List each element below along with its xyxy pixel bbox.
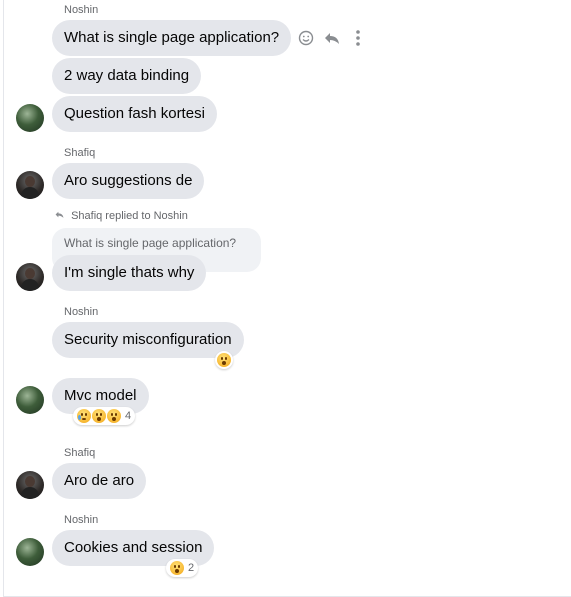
sender-name: Shafiq [64,147,96,159]
sender-name: Noshin [64,4,99,16]
message-bubble[interactable]: Aro suggestions de [52,163,205,199]
avatar-noshin[interactable] [16,104,44,132]
sender-name: Shafiq [64,447,96,459]
reply-icon[interactable] [323,29,341,47]
smiley-icon[interactable] [297,29,315,47]
message-bubble[interactable]: I'm single thats why [52,255,207,291]
message-actions [297,28,367,48]
message-bubble[interactable]: What is single page application? [52,20,292,56]
reply-label: Shafiq replied to Noshin [54,210,188,222]
message-bubble[interactable]: Aro de aro [52,463,147,499]
message-bubble[interactable]: 2 way data binding [52,58,202,94]
sender-name: Noshin [64,514,99,526]
message-bubble[interactable]: Security misconfiguration [52,322,244,358]
reaction-count: 4 [125,410,132,422]
avatar-shafiq[interactable] [16,471,44,499]
message-bubble[interactable]: Question fash kortesi [52,96,217,132]
avatar-noshin[interactable] [16,386,44,414]
chat-left-border [3,0,4,597]
reaction-count: 2 [188,562,195,574]
reply-icon [54,210,68,222]
reply-label-text: Shafiq replied to Noshin [71,210,188,222]
avatar-shafiq[interactable] [16,171,44,199]
reaction-badge[interactable]: 4 [73,407,136,425]
sad-emoji-icon [77,409,91,423]
wow-emoji-icon [107,409,121,423]
wow-emoji-icon [170,561,184,575]
avatar-noshin[interactable] [16,538,44,566]
wow-emoji-icon [92,409,106,423]
sender-name: Noshin [64,306,99,318]
avatar-shafiq[interactable] [16,263,44,291]
reaction-badge[interactable] [215,351,233,369]
reaction-badge[interactable]: 2 [166,559,199,577]
more-vertical-icon[interactable] [349,29,367,47]
wow-emoji-icon [217,353,231,367]
